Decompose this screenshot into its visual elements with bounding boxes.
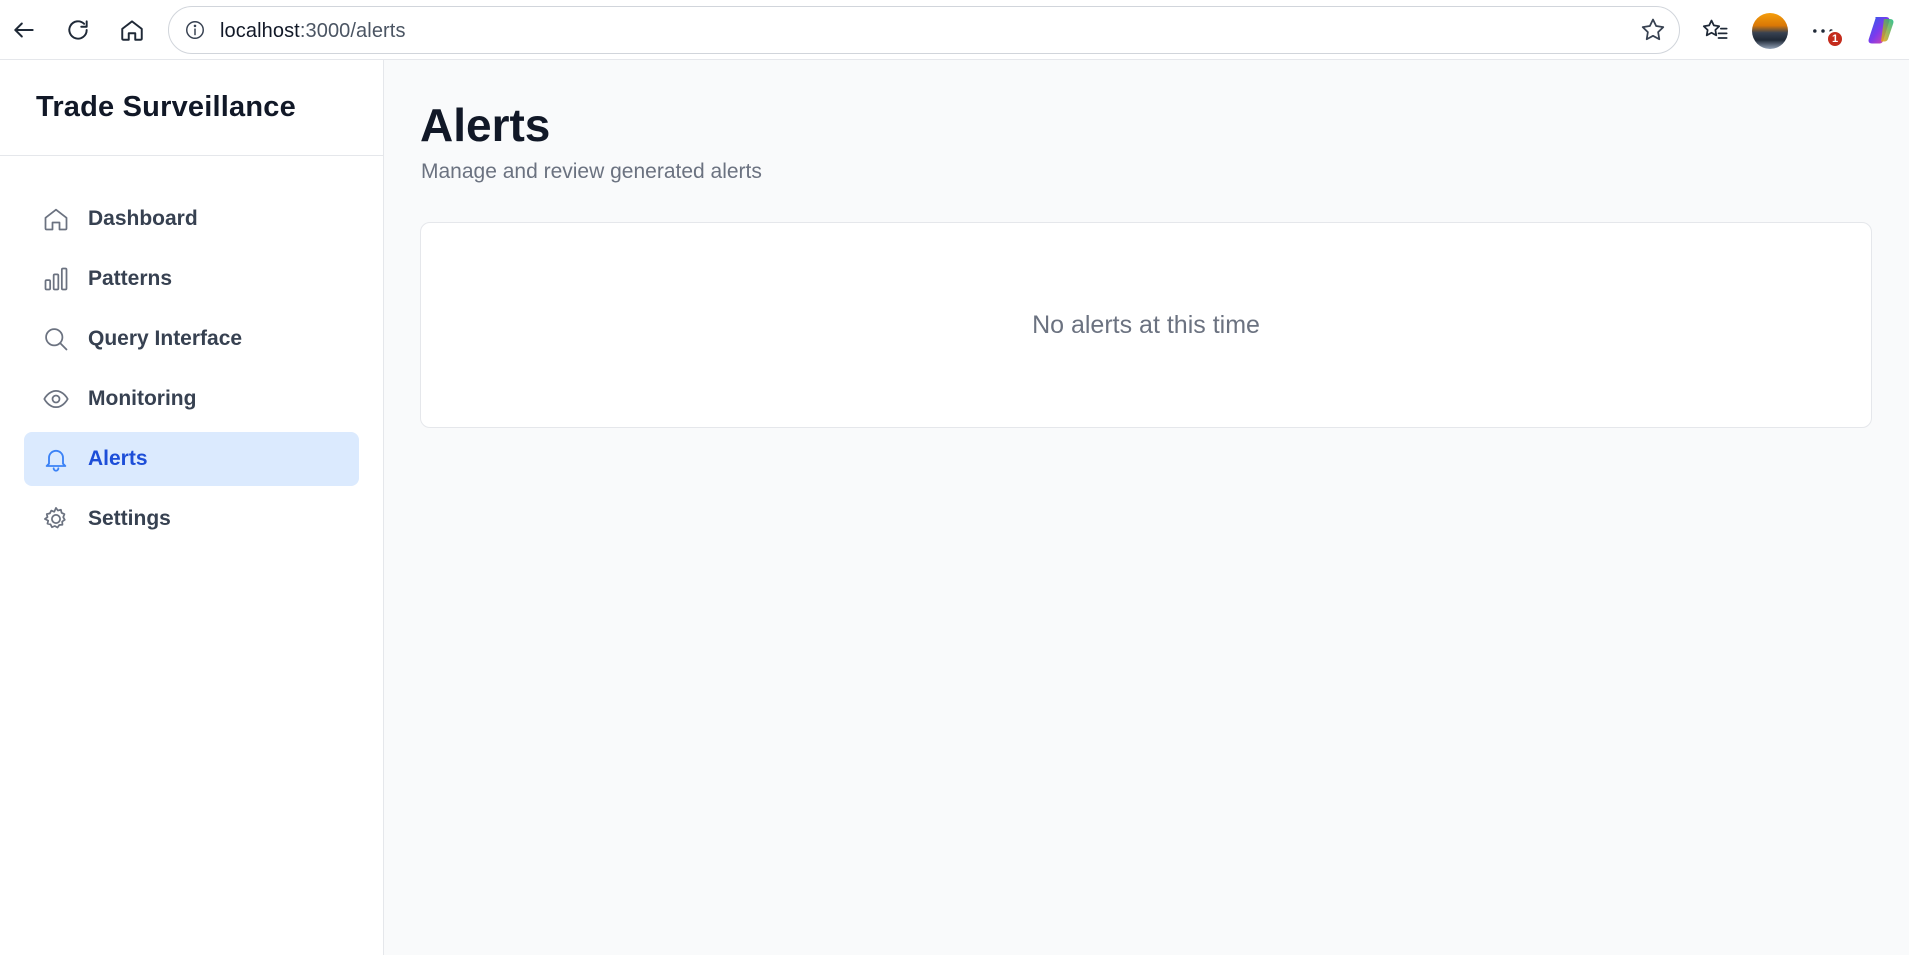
address-bar[interactable]: localhost:3000/alerts [168, 6, 1680, 54]
refresh-icon [68, 20, 88, 40]
page-title: Alerts [420, 99, 551, 151]
sidebar-item-label: Settings [88, 507, 171, 530]
home-button[interactable] [114, 12, 150, 48]
sidebar-item-query-interface[interactable]: Query Interface [24, 312, 359, 366]
main-content: Alerts Manage and review generated alert… [384, 60, 1909, 955]
app-title: Trade Surveillance [36, 91, 296, 123]
browser-toolbar: localhost:3000/alerts 1 [0, 0, 1909, 60]
sidebar-item-label: Patterns [88, 267, 173, 290]
sidebar-nav: Dashboard Patterns Query Interface Monit… [0, 156, 383, 546]
sidebar-item-label: Query Interface [88, 327, 243, 350]
back-button[interactable] [6, 12, 42, 48]
sidebar-item-label: Monitoring [88, 387, 197, 410]
sidebar: Trade Surveillance Dashboard Patterns Qu… [0, 60, 384, 955]
home-icon [42, 205, 70, 233]
copilot-button[interactable] [1864, 13, 1898, 47]
sidebar-item-label: Dashboard [88, 207, 198, 230]
gear-icon [42, 505, 70, 533]
info-icon [186, 21, 204, 39]
sidebar-item-patterns[interactable]: Patterns [24, 252, 359, 306]
sidebar-item-alerts[interactable]: Alerts [24, 432, 359, 486]
sidebar-item-settings[interactable]: Settings [24, 492, 359, 546]
copilot-icon [1868, 17, 1894, 44]
url-host: localhost [220, 20, 300, 42]
home-icon [121, 20, 143, 41]
favorites-list-icon [1702, 19, 1728, 39]
empty-state-message: No alerts at this time [1032, 310, 1260, 339]
app-root: Trade Surveillance Dashboard Patterns Qu… [0, 60, 1909, 955]
notification-badge: 1 [1826, 30, 1844, 48]
eye-icon [42, 385, 70, 413]
arrow-left-icon [14, 22, 34, 38]
bell-icon [42, 445, 70, 473]
brand-header: Trade Surveillance [0, 60, 383, 156]
bar-chart-icon [42, 265, 70, 293]
search-icon [42, 325, 70, 353]
url-path: :3000/alerts [299, 20, 406, 42]
page-subtitle: Manage and review generated alerts [421, 160, 762, 183]
favorites-button[interactable] [1696, 12, 1734, 50]
sidebar-item-dashboard[interactable]: Dashboard [24, 192, 359, 246]
alerts-card: No alerts at this time [420, 222, 1872, 428]
sidebar-item-monitoring[interactable]: Monitoring [24, 372, 359, 426]
url-text: localhost:3000/alerts [220, 20, 406, 43]
profile-avatar[interactable] [1752, 13, 1788, 49]
star-icon [1641, 18, 1665, 41]
sidebar-item-label: Alerts [88, 447, 148, 470]
reload-button[interactable] [60, 12, 96, 48]
site-info-button[interactable] [179, 14, 211, 46]
favorite-button[interactable] [1639, 16, 1667, 44]
